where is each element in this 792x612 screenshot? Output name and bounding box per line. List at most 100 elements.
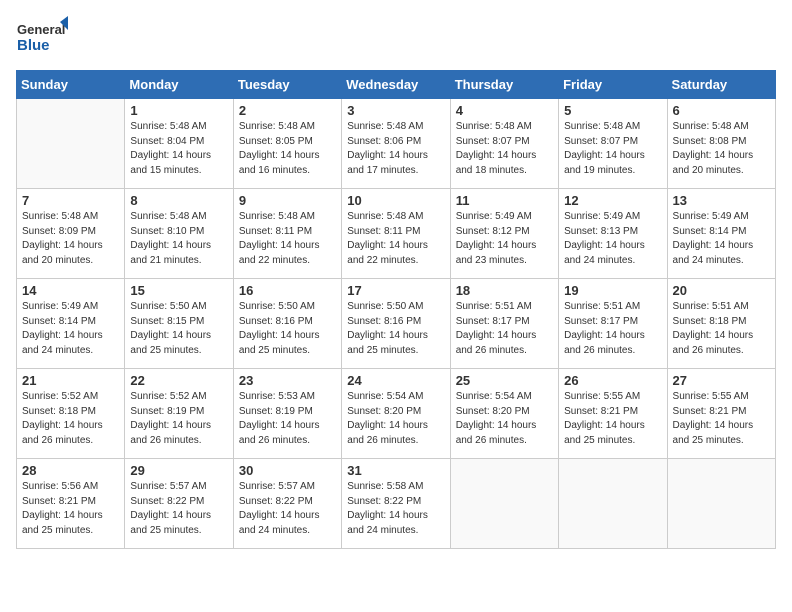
calendar-cell: 12 Sunrise: 5:49 AMSunset: 8:13 PMDayligh… [559, 189, 667, 279]
calendar-cell: 23 Sunrise: 5:53 AMSunset: 8:19 PMDayligh… [233, 369, 341, 459]
day-number: 19 [564, 283, 661, 298]
calendar-week-row: 28 Sunrise: 5:56 AMSunset: 8:21 PMDayligh… [17, 459, 776, 549]
calendar-cell: 28 Sunrise: 5:56 AMSunset: 8:21 PMDayligh… [17, 459, 125, 549]
day-info: Sunrise: 5:49 AMSunset: 8:12 PMDaylight:… [456, 210, 553, 268]
day-number: 4 [456, 103, 553, 118]
day-info: Sunrise: 5:50 AMSunset: 8:16 PMDaylight:… [347, 300, 444, 358]
day-number: 31 [347, 463, 444, 478]
calendar-cell: 6Sunrise: 5:48 AMSunset: 8:08 PMDaylight… [667, 99, 775, 189]
day-number: 12 [564, 193, 661, 208]
day-number: 6 [673, 103, 770, 118]
day-info: Sunrise: 5:49 AMSunset: 8:14 PMDaylight:… [673, 210, 770, 268]
calendar-cell: 4 Sunrise: 5:48 AMSunset: 8:07 PMDaylight… [450, 99, 558, 189]
calendar-cell: 1Sunrise: 5:48 AMSunset: 8:04 PMDaylight… [125, 99, 233, 189]
calendar-cell: 7Sunrise: 5:48 AMSunset: 8:09 PMDaylight… [17, 189, 125, 279]
calendar-cell: 11 Sunrise: 5:49 AMSunset: 8:12 PMDayligh… [450, 189, 558, 279]
calendar-cell [559, 459, 667, 549]
weekday-header-thursday: Thursday [450, 71, 558, 99]
calendar-cell: 24 Sunrise: 5:54 AMSunset: 8:20 PMDayligh… [342, 369, 450, 459]
day-number: 14 [22, 283, 119, 298]
day-info: Sunrise: 5:54 AMSunset: 8:20 PMDaylight:… [347, 390, 444, 448]
day-number: 18 [456, 283, 553, 298]
calendar-cell [450, 459, 558, 549]
day-number: 22 [130, 373, 227, 388]
calendar-table: SundayMondayTuesdayWednesdayThursdayFrid… [16, 70, 776, 549]
day-number: 23 [239, 373, 336, 388]
weekday-header-friday: Friday [559, 71, 667, 99]
calendar-cell: 15 Sunrise: 5:50 AMSunset: 8:15 PMDayligh… [125, 279, 233, 369]
day-number: 28 [22, 463, 119, 478]
day-info: Sunrise: 5:51 AMSunset: 8:17 PMDaylight:… [456, 300, 553, 358]
calendar-cell: 29Sunrise: 5:57 AMSunset: 8:22 PMDayligh… [125, 459, 233, 549]
day-info: Sunrise: 5:57 AMSunset: 8:22 PMDaylight:… [239, 480, 336, 538]
day-info: Sunrise: 5:48 AMSunset: 8:10 PMDaylight:… [130, 210, 227, 268]
day-number: 5 [564, 103, 661, 118]
calendar-cell: 10Sunrise: 5:48 AMSunset: 8:11 PMDayligh… [342, 189, 450, 279]
calendar-cell: 21Sunrise: 5:52 AMSunset: 8:18 PMDayligh… [17, 369, 125, 459]
day-number: 9 [239, 193, 336, 208]
day-info: Sunrise: 5:51 AMSunset: 8:18 PMDaylight:… [673, 300, 770, 358]
calendar-cell: 2Sunrise: 5:48 AMSunset: 8:05 PMDaylight… [233, 99, 341, 189]
day-info: Sunrise: 5:48 AMSunset: 8:11 PMDaylight:… [239, 210, 336, 268]
calendar-cell: 25 Sunrise: 5:54 AMSunset: 8:20 PMDayligh… [450, 369, 558, 459]
day-info: Sunrise: 5:52 AMSunset: 8:19 PMDaylight:… [130, 390, 227, 448]
calendar-cell: 18 Sunrise: 5:51 AMSunset: 8:17 PMDayligh… [450, 279, 558, 369]
calendar-cell: 26 Sunrise: 5:55 AMSunset: 8:21 PMDayligh… [559, 369, 667, 459]
calendar-cell [667, 459, 775, 549]
calendar-cell: 14Sunrise: 5:49 AMSunset: 8:14 PMDayligh… [17, 279, 125, 369]
calendar-week-row: 21Sunrise: 5:52 AMSunset: 8:18 PMDayligh… [17, 369, 776, 459]
day-number: 21 [22, 373, 119, 388]
calendar-cell: 30 Sunrise: 5:57 AMSunset: 8:22 PMDayligh… [233, 459, 341, 549]
logo: General Blue [16, 16, 68, 58]
day-info: Sunrise: 5:53 AMSunset: 8:19 PMDaylight:… [239, 390, 336, 448]
calendar-cell: 13 Sunrise: 5:49 AMSunset: 8:14 PMDayligh… [667, 189, 775, 279]
calendar-cell: 5 Sunrise: 5:48 AMSunset: 8:07 PMDaylight… [559, 99, 667, 189]
day-number: 8 [130, 193, 227, 208]
svg-text:General: General [17, 22, 65, 37]
calendar-week-row: 14Sunrise: 5:49 AMSunset: 8:14 PMDayligh… [17, 279, 776, 369]
day-info: Sunrise: 5:55 AMSunset: 8:21 PMDaylight:… [564, 390, 661, 448]
day-number: 26 [564, 373, 661, 388]
calendar-week-row: 7Sunrise: 5:48 AMSunset: 8:09 PMDaylight… [17, 189, 776, 279]
calendar-header: SundayMondayTuesdayWednesdayThursdayFrid… [17, 71, 776, 99]
weekday-header-wednesday: Wednesday [342, 71, 450, 99]
day-info: Sunrise: 5:48 AMSunset: 8:07 PMDaylight:… [456, 120, 553, 178]
calendar-cell: 9 Sunrise: 5:48 AMSunset: 8:11 PMDaylight… [233, 189, 341, 279]
day-number: 17 [347, 283, 444, 298]
day-info: Sunrise: 5:50 AMSunset: 8:15 PMDaylight:… [130, 300, 227, 358]
calendar-cell: 22 Sunrise: 5:52 AMSunset: 8:19 PMDayligh… [125, 369, 233, 459]
calendar-cell: 31 Sunrise: 5:58 AMSunset: 8:22 PMDayligh… [342, 459, 450, 549]
calendar-week-row: 1Sunrise: 5:48 AMSunset: 8:04 PMDaylight… [17, 99, 776, 189]
logo-svg: General Blue [16, 16, 68, 58]
calendar-cell: 16 Sunrise: 5:50 AMSunset: 8:16 PMDayligh… [233, 279, 341, 369]
day-number: 24 [347, 373, 444, 388]
day-number: 15 [130, 283, 227, 298]
weekday-header-sunday: Sunday [17, 71, 125, 99]
day-number: 2 [239, 103, 336, 118]
day-info: Sunrise: 5:51 AMSunset: 8:17 PMDaylight:… [564, 300, 661, 358]
weekday-header-saturday: Saturday [667, 71, 775, 99]
day-number: 13 [673, 193, 770, 208]
day-number: 3 [347, 103, 444, 118]
calendar-cell: 3Sunrise: 5:48 AMSunset: 8:06 PMDaylight… [342, 99, 450, 189]
day-number: 29 [130, 463, 227, 478]
day-number: 27 [673, 373, 770, 388]
calendar-cell [17, 99, 125, 189]
day-info: Sunrise: 5:54 AMSunset: 8:20 PMDaylight:… [456, 390, 553, 448]
calendar-cell: 17 Sunrise: 5:50 AMSunset: 8:16 PMDayligh… [342, 279, 450, 369]
day-number: 25 [456, 373, 553, 388]
day-info: Sunrise: 5:50 AMSunset: 8:16 PMDaylight:… [239, 300, 336, 358]
day-info: Sunrise: 5:56 AMSunset: 8:21 PMDaylight:… [22, 480, 119, 538]
calendar-cell: 27 Sunrise: 5:55 AMSunset: 8:21 PMDayligh… [667, 369, 775, 459]
day-info: Sunrise: 5:48 AMSunset: 8:11 PMDaylight:… [347, 210, 444, 268]
day-number: 16 [239, 283, 336, 298]
day-info: Sunrise: 5:49 AMSunset: 8:13 PMDaylight:… [564, 210, 661, 268]
day-number: 1 [130, 103, 227, 118]
day-info: Sunrise: 5:58 AMSunset: 8:22 PMDaylight:… [347, 480, 444, 538]
day-number: 30 [239, 463, 336, 478]
day-info: Sunrise: 5:55 AMSunset: 8:21 PMDaylight:… [673, 390, 770, 448]
day-info: Sunrise: 5:48 AMSunset: 8:07 PMDaylight:… [564, 120, 661, 178]
weekday-header-tuesday: Tuesday [233, 71, 341, 99]
day-number: 11 [456, 193, 553, 208]
weekday-header-monday: Monday [125, 71, 233, 99]
